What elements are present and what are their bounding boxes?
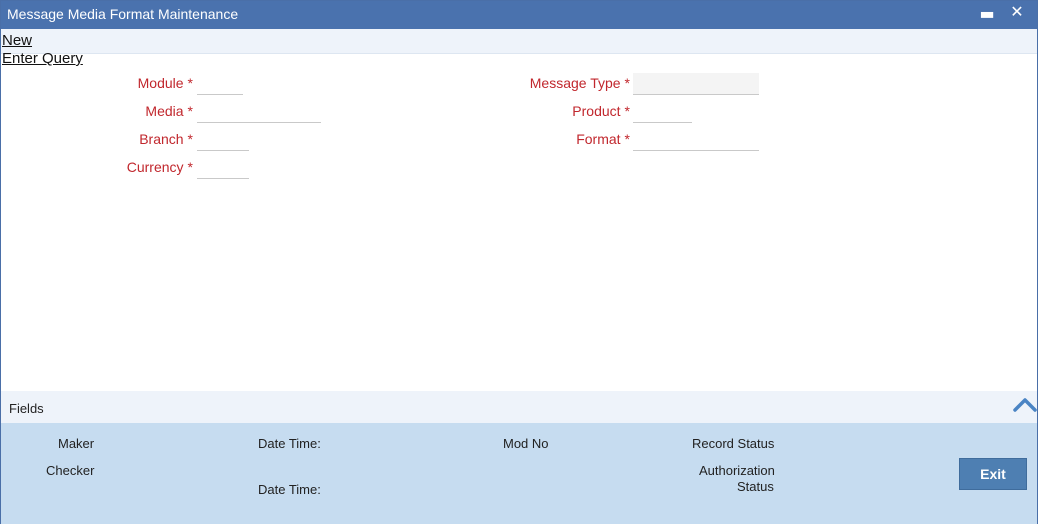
authorization-label: Authorization — [699, 463, 775, 478]
currency-input[interactable] — [197, 157, 249, 179]
media-label: Media * — [145, 103, 193, 119]
record-status-label: Record Status — [692, 436, 775, 451]
audit-footer: Maker Checker Date Time: Date Time: Mod … — [1, 423, 1037, 524]
product-input[interactable] — [633, 101, 692, 123]
media-input[interactable] — [197, 101, 321, 123]
required-marker: * — [187, 159, 193, 175]
module-input[interactable] — [197, 73, 243, 95]
new-link[interactable]: New — [2, 32, 32, 49]
exit-button[interactable]: Exit — [959, 458, 1027, 490]
format-input[interactable] — [633, 129, 759, 151]
checker-date-time-label: Date Time: — [258, 482, 321, 497]
product-label: Product * — [572, 103, 630, 119]
message-type-input[interactable] — [633, 73, 759, 95]
window-title: Message Media Format Maintenance — [7, 6, 239, 22]
checker-label: Checker — [46, 463, 95, 478]
format-label: Format * — [576, 131, 630, 147]
enter-query-link[interactable]: Enter Query — [2, 50, 83, 67]
chevron-up-icon[interactable] — [1013, 395, 1037, 413]
message-type-label: Message Type * — [529, 75, 630, 91]
required-marker: * — [187, 131, 193, 147]
maker-label: Maker — [58, 436, 95, 451]
mod-no-label: Mod No — [503, 436, 549, 451]
required-marker: * — [187, 75, 193, 91]
maker-date-time-label: Date Time: — [258, 436, 321, 451]
currency-label: Currency * — [126, 159, 193, 175]
branch-label: Branch * — [139, 131, 193, 147]
fields-section-bar: Fields — [1, 391, 1037, 423]
required-marker: * — [624, 75, 630, 91]
required-marker: * — [624, 103, 630, 119]
required-marker: * — [624, 131, 630, 147]
module-label: Module * — [137, 75, 193, 91]
minimize-icon[interactable]: ▬ — [977, 3, 997, 25]
title-bar: Message Media Format Maintenance ▬ ✕ — [1, 1, 1037, 29]
toolbar — [1, 29, 1037, 54]
authorization-status-label: Status — [737, 479, 774, 494]
required-marker: * — [187, 103, 193, 119]
branch-input[interactable] — [197, 129, 249, 151]
message-media-format-window: Message Media Format Maintenance ▬ ✕ New… — [0, 0, 1038, 524]
close-icon[interactable]: ✕ — [1007, 3, 1027, 25]
fields-label: Fields — [9, 401, 44, 416]
